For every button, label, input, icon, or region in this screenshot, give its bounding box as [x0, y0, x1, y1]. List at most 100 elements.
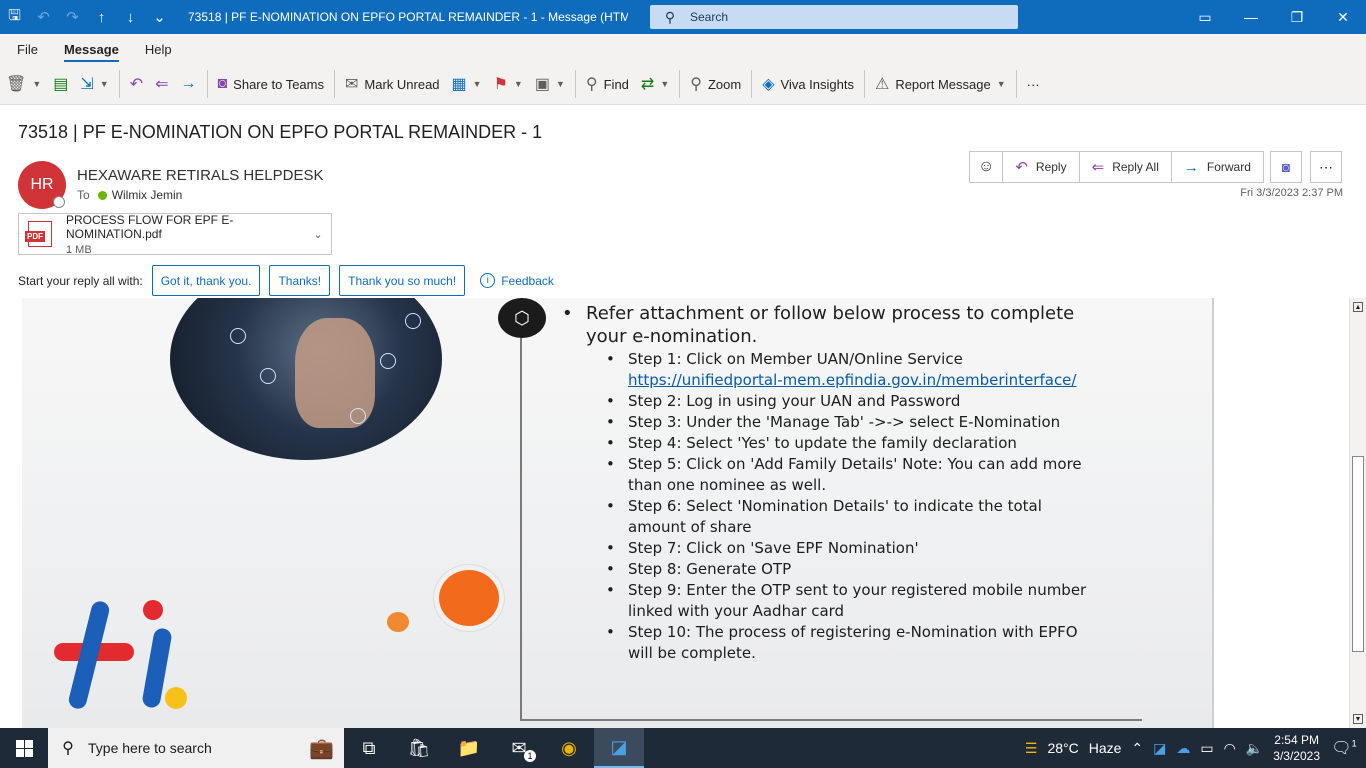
vertical-scrollbar[interactable]: ▲ ▼ [1349, 298, 1366, 728]
close-icon[interactable]: ✕ [1320, 0, 1366, 34]
store-button[interactable]: 🛍 [394, 728, 444, 768]
weather-temp[interactable]: 28°C [1047, 740, 1078, 756]
chevron-down-icon: ▼ [472, 79, 482, 89]
sender-name[interactable]: HEXAWARE RETIRALS HELPDESK [77, 167, 323, 184]
taskbar-search-input[interactable]: ⚲ Type here to search 💼 [48, 728, 344, 768]
ribbon-divider [574, 70, 576, 98]
chevron-up-icon[interactable]: ⌃ [1131, 740, 1143, 757]
share-to-teams-button[interactable]: ◙ Share to Teams [212, 68, 330, 100]
delete-button[interactable]: 🗑 ▼ [0, 68, 47, 100]
online-status-icon [97, 190, 107, 200]
start-button[interactable] [0, 728, 48, 768]
ribbon-divider [118, 70, 120, 98]
chevron-down-icon: ▼ [99, 79, 109, 89]
steps-list: Step 1: Click on Member UAN/Online Servi… [606, 349, 1102, 664]
ribbon-divider [863, 70, 865, 98]
feedback-link[interactable]: i Feedback [480, 273, 554, 288]
viva-insights-label: Viva Insights [780, 76, 854, 92]
weather-desc[interactable]: Haze [1089, 740, 1122, 756]
wifi-icon[interactable]: ◠ [1224, 740, 1236, 757]
undo-icon[interactable]: ↶ [29, 8, 58, 26]
presence-icon [53, 196, 65, 208]
message-actions: ☺ ↶ Reply ⇐ Reply All → Forward [969, 151, 1264, 183]
restore-icon[interactable]: ❐ [1274, 0, 1320, 34]
follow-up-button[interactable]: ⚑ ▼ [488, 68, 529, 100]
step-text: Step 1: Click on Member UAN/Online Servi… [628, 350, 963, 368]
save-icon[interactable]: 🖫 [0, 5, 29, 30]
forward-button[interactable]: → Forward [1172, 152, 1263, 182]
mail-button[interactable]: ✉ 1 [494, 728, 544, 768]
viva-insights-button[interactable]: ◈ Viva Insights [756, 68, 860, 100]
reaction-button[interactable]: ☺ [970, 152, 1004, 182]
suggested-reply-button[interactable]: Thanks! [269, 265, 331, 296]
reply-all-ribbon-button[interactable]: ⇐ [149, 68, 174, 100]
logo-dot [143, 600, 163, 620]
chevron-down-icon[interactable]: ⌄ [305, 228, 331, 241]
mark-unread-button[interactable]: ✉ Mark Unread [339, 68, 446, 100]
previous-item-icon[interactable]: ↑ [87, 9, 116, 26]
archive-icon: ▤ [53, 76, 69, 93]
forward-ribbon-button[interactable]: → [175, 68, 203, 100]
find-icon: ⚲ [585, 76, 598, 93]
ribbon-divider [751, 70, 753, 98]
list-item: Step 5: Click on 'Add Family Details' No… [606, 454, 1102, 496]
reply-all-button[interactable]: ⇐ Reply All [1080, 152, 1172, 182]
onedrive-icon[interactable]: ☁ [1176, 740, 1190, 757]
outlook-button[interactable]: ◪ [594, 728, 644, 768]
epfo-portal-link[interactable]: https://unifiedportal-mem.epfindia.gov.i… [628, 371, 1076, 389]
suggested-reply-button[interactable]: Got it, thank you. [151, 265, 261, 296]
next-item-icon[interactable]: ↓ [116, 9, 145, 26]
ribbon-display-icon[interactable]: ▭ [1182, 0, 1228, 34]
scroll-up-icon[interactable]: ▲ [1353, 302, 1363, 312]
notification-button[interactable]: 🗨1 [1330, 738, 1358, 758]
battery-icon[interactable]: ▭ [1200, 740, 1213, 757]
body-image: ⬡ Refer attachment or follow below proce… [22, 298, 1214, 728]
teams-button[interactable]: ◙ [1270, 151, 1302, 183]
zoom-button[interactable]: ⚲ Zoom [684, 68, 747, 100]
attachment-card[interactable]: PDF PROCESS FLOW FOR EPF E-NOMINATION.pd… [18, 212, 332, 256]
mail-badge: 1 [524, 750, 536, 762]
translate-button[interactable]: ⇄ ▼ [635, 68, 675, 100]
move-icon: ⇲ [80, 76, 94, 93]
policy-button[interactable]: ▣ ▼ [529, 68, 571, 100]
reply-label: Reply [1035, 160, 1067, 174]
taskbar: ⚲ Type here to search 💼 ⧉ 🛍 📁 ✉ 1 ◉ ◪ ☰ 2… [0, 728, 1366, 768]
more-actions-button[interactable]: ⋯ [1310, 151, 1342, 183]
redo-icon[interactable]: ↷ [58, 8, 87, 26]
volume-icon[interactable]: 🔈 [1246, 740, 1263, 757]
file-explorer-button[interactable]: 📁 [444, 728, 494, 768]
reply-ribbon-button[interactable]: ↶ [124, 68, 149, 100]
search-icon: ⚲ [664, 8, 676, 25]
suggested-reply-button[interactable]: Thank you so much! [339, 265, 466, 296]
ribbon-toolbar: 🗑 ▼ ▤ ⇲ ▼ ↶ ⇐ → ◙ Share to Teams ✉ Mark Unre… [0, 64, 1366, 105]
feedback-label: Feedback [501, 273, 554, 288]
scroll-down-icon[interactable]: ▼ [1353, 714, 1363, 724]
minimize-icon[interactable]: — [1228, 0, 1274, 34]
network-node [350, 408, 366, 424]
find-button[interactable]: ⚲ Find [580, 68, 635, 100]
search-input[interactable]: ⚲ Search [650, 5, 1018, 29]
recipient-chip[interactable]: Wilmix Jemin [97, 188, 182, 202]
more-options-button[interactable]: ··· [1021, 68, 1046, 100]
chrome-button[interactable]: ◉ [544, 728, 594, 768]
move-button[interactable]: ⇲ ▼ [74, 68, 114, 100]
clock[interactable]: 2:54 PM 3/3/2023 [1273, 732, 1320, 764]
categorize-button[interactable]: ▦ ▼ [446, 68, 488, 100]
menu-message[interactable]: Message [63, 36, 119, 62]
task-view-button[interactable]: ⧉ [344, 728, 394, 768]
attachment-name: PROCESS FLOW FOR EPF E-NOMINATION.pdf [66, 212, 234, 241]
archive-button[interactable]: ▤ [47, 68, 74, 100]
menu-help[interactable]: Help [145, 36, 172, 63]
scroll-thumb[interactable] [1352, 456, 1364, 652]
chevron-down-icon: ▼ [660, 79, 670, 89]
weather-icon[interactable]: ☰ [1025, 740, 1038, 757]
network-node [260, 368, 276, 384]
list-item: Step 2: Log in using your UAN and Passwo… [606, 391, 1102, 412]
report-message-button[interactable]: ⚠ Report Message ▼ [869, 68, 1012, 100]
trash-icon: 🗑 [6, 76, 27, 93]
taskbar-search-placeholder: Type here to search [88, 740, 212, 756]
reply-button[interactable]: ↶ Reply [1003, 152, 1080, 182]
outlook-tray-icon[interactable]: ◪ [1153, 740, 1166, 757]
customize-toolbar-icon[interactable]: ⌄ [145, 8, 174, 26]
menu-file[interactable]: File [17, 36, 38, 63]
